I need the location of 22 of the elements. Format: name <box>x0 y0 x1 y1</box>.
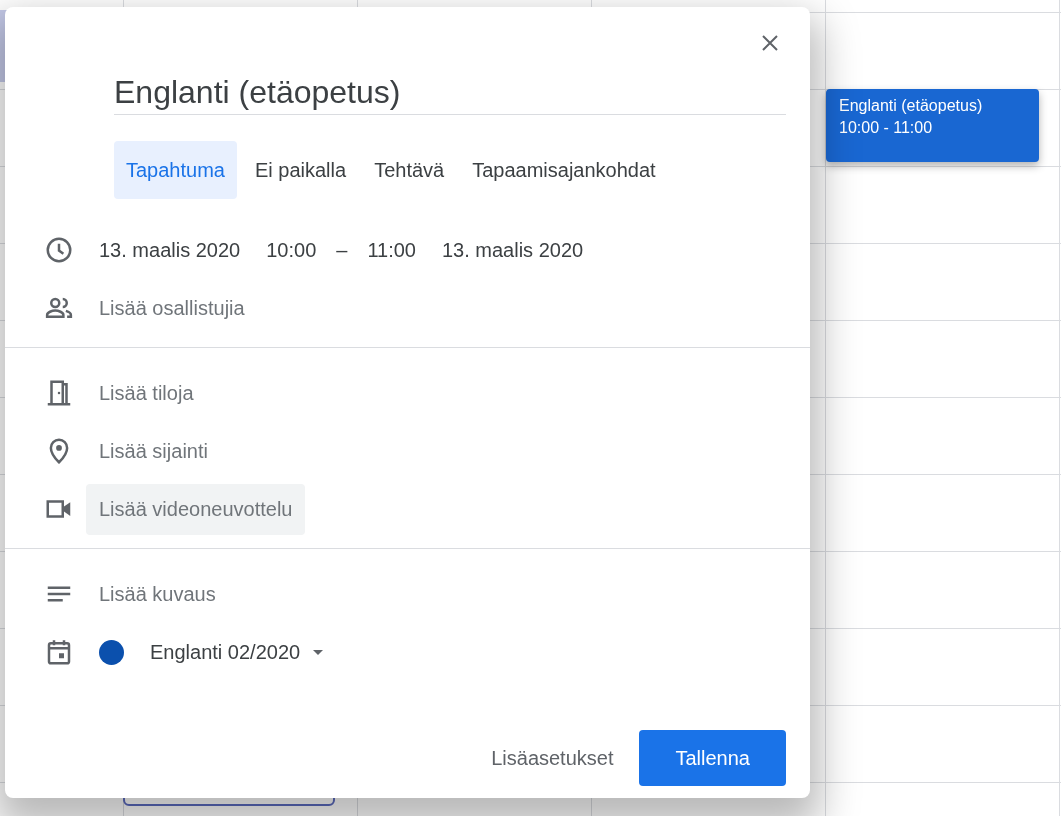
save-button[interactable]: Tallenna <box>639 730 786 786</box>
tab[interactable]: Tapaamisajankohdat <box>462 141 666 199</box>
tab[interactable]: Ei paikalla <box>244 141 357 199</box>
more-options-button[interactable]: Lisäasetukset <box>475 730 630 786</box>
add-field[interactable]: Lisää kuvaus <box>86 568 229 620</box>
event-time: 10:00 - 11:00 <box>839 118 933 138</box>
add-field[interactable]: Lisää videoneuvottelu <box>86 483 306 535</box>
calendar-dropdown[interactable]: Englanti 02/2020 <box>144 636 337 668</box>
add-field[interactable]: Lisää sijainti <box>86 425 221 477</box>
event-chip[interactable]: Englanti (etäopetus) 10:00 - 11:00 <box>826 89 1039 162</box>
start-time[interactable]: 10:00 <box>266 238 317 262</box>
end-time[interactable]: 11:00 <box>367 238 416 262</box>
tab[interactable]: Tehtävä <box>364 141 455 199</box>
end-date[interactable]: 13. maalis 2020 <box>441 238 584 262</box>
event-title: Englanti (etäopetus) <box>839 96 983 116</box>
add-field[interactable]: Lisää osallistujia <box>86 282 258 334</box>
start-date[interactable]: 13. maalis 2020 <box>99 238 241 262</box>
title-field[interactable]: Englanti (etäopetus) <box>114 72 786 115</box>
clock-icon <box>44 235 74 265</box>
add-field[interactable]: Lisää tiloja <box>86 367 207 419</box>
tab[interactable]: Tapahtuma <box>114 141 237 199</box>
time-separator: – <box>336 238 348 262</box>
